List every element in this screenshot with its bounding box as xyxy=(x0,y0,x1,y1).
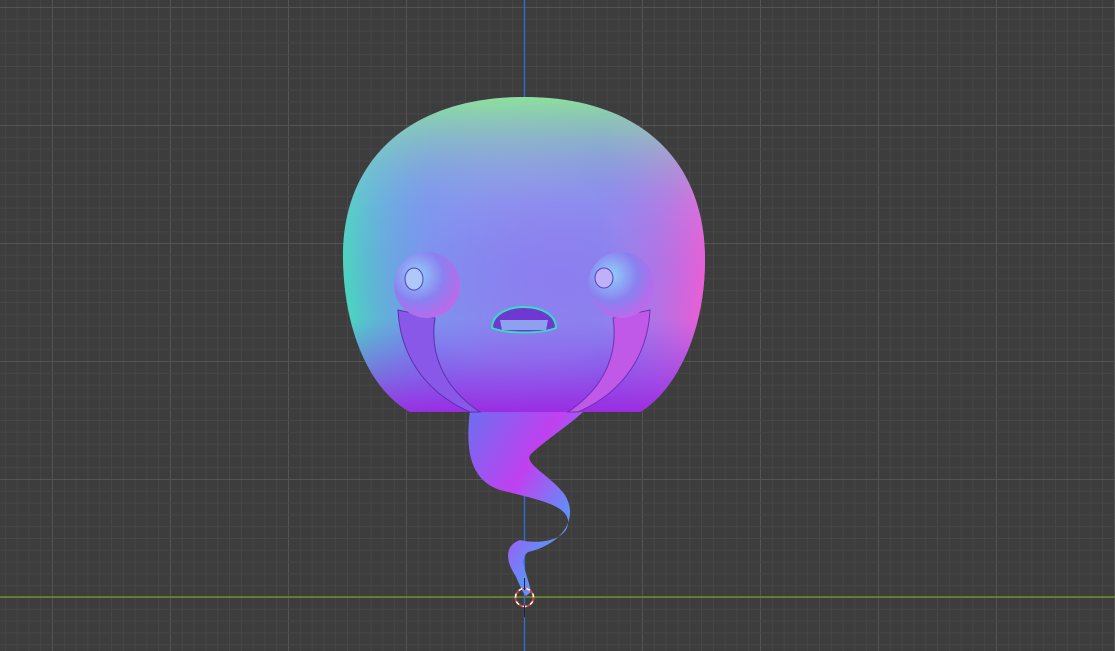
left-eye xyxy=(394,252,460,318)
3d-viewport[interactable] xyxy=(0,0,1115,651)
right-pupil xyxy=(594,267,614,289)
left-pupil xyxy=(404,267,424,291)
viewport-canvas[interactable] xyxy=(0,0,1115,651)
